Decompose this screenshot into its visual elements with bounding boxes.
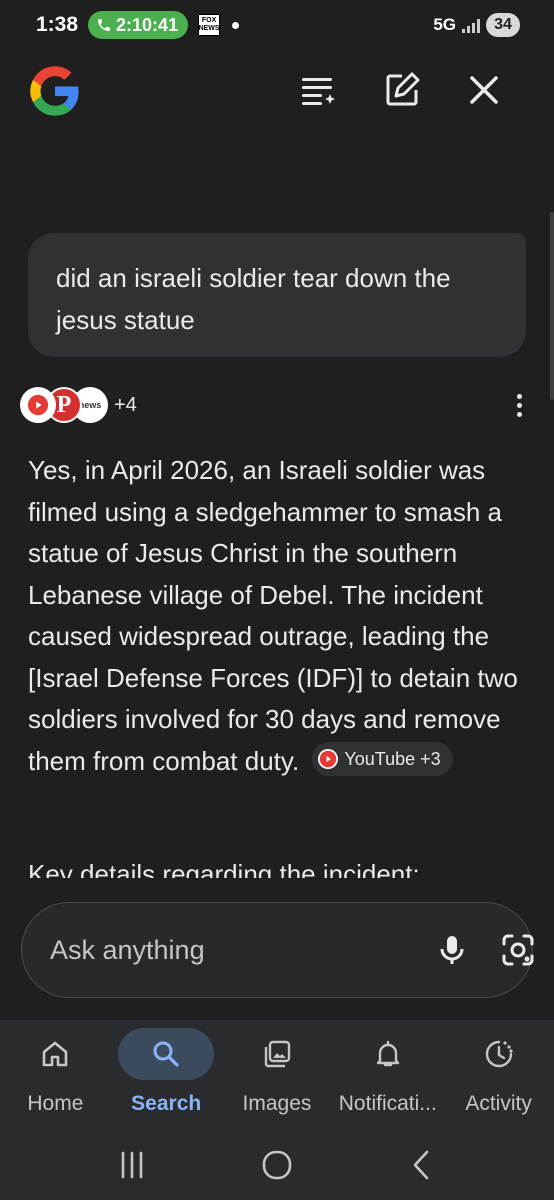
- app-header: [0, 58, 554, 120]
- network-type: 5G: [433, 15, 456, 34]
- search-history-icon: [302, 78, 335, 105]
- answer-body: Yes, in April 2026, an Israeli soldier w…: [28, 455, 518, 776]
- recent-apps-icon: [122, 1151, 143, 1179]
- sources-more-count[interactable]: +4: [114, 394, 137, 417]
- nav-activity[interactable]: Activity: [444, 1020, 554, 1130]
- nav-images[interactable]: Images: [222, 1020, 332, 1130]
- close-button[interactable]: [460, 66, 508, 114]
- close-icon: [470, 76, 498, 104]
- fox-news-notification-icon: FOX NEWS: [198, 14, 221, 36]
- voice-search-button[interactable]: [434, 928, 470, 972]
- nav-home[interactable]: Home: [0, 1020, 110, 1130]
- recent-apps-button[interactable]: [102, 1140, 162, 1190]
- status-right: 5G 34: [433, 13, 520, 37]
- search-history-button[interactable]: [294, 66, 342, 114]
- search-icon: [153, 1041, 179, 1067]
- images-icon: [264, 1040, 291, 1068]
- back-button[interactable]: [392, 1140, 452, 1190]
- nav-activity-label: Activity: [465, 1092, 532, 1115]
- home-icon: [43, 1041, 68, 1067]
- status-bar: 1:38 2:10:41 FOX NEWS 5G 34: [0, 0, 554, 50]
- google-logo-icon[interactable]: [28, 64, 82, 118]
- phone-icon: [98, 19, 111, 31]
- ai-answer: Yes, in April 2026, an Israeli soldier w…: [28, 450, 528, 782]
- activity-icon: [485, 1040, 513, 1068]
- nav-search[interactable]: Search: [111, 1020, 221, 1130]
- system-navigation-bar: [0, 1130, 554, 1200]
- bell-icon: [376, 1040, 399, 1067]
- citation-chip[interactable]: YouTube +3: [312, 741, 453, 776]
- more-options-button[interactable]: [504, 385, 534, 425]
- nav-notifications[interactable]: Notificati...: [333, 1020, 443, 1130]
- home-circle-icon: [262, 1150, 292, 1180]
- fox-badge-line1: FOX: [201, 17, 217, 24]
- youtube-source-icon[interactable]: [20, 387, 56, 423]
- back-chevron-icon: [413, 1150, 428, 1180]
- fox-badge-line2: NEWS: [198, 25, 220, 32]
- ask-input[interactable]: [50, 934, 404, 966]
- nav-home-label: Home: [27, 1092, 84, 1115]
- nav-search-label: Search: [131, 1092, 202, 1115]
- ask-bar: [21, 902, 536, 998]
- home-system-button[interactable]: [247, 1140, 307, 1190]
- youtube-icon: [318, 748, 339, 769]
- status-time: 1:38: [36, 13, 79, 36]
- sources-row[interactable]: P news +4: [20, 383, 534, 427]
- more-vert-icon: [516, 393, 522, 399]
- bottom-navigation: Home Search Images Notificati... Activit…: [0, 1020, 554, 1130]
- user-query-bubble: did an israeli soldier tear down the jes…: [28, 233, 526, 357]
- signal-strength-icon: [462, 17, 480, 33]
- new-chat-icon: [386, 72, 420, 106]
- nav-notifications-label: Notificati...: [338, 1092, 437, 1115]
- content-fade: [0, 878, 554, 900]
- lens-icon: [502, 934, 534, 966]
- ongoing-call-pill[interactable]: 2:10:41: [88, 11, 189, 39]
- scrollbar[interactable]: [550, 212, 554, 400]
- battery-indicator: 34: [486, 13, 520, 37]
- call-timer: 2:10:41: [116, 14, 179, 35]
- new-chat-button[interactable]: [378, 66, 426, 114]
- nav-images-label: Images: [242, 1092, 312, 1115]
- mic-icon: [440, 936, 464, 964]
- citation-chip-label: YouTube +3: [344, 748, 441, 769]
- notification-dot-icon: [232, 21, 240, 29]
- lens-button[interactable]: [500, 928, 536, 972]
